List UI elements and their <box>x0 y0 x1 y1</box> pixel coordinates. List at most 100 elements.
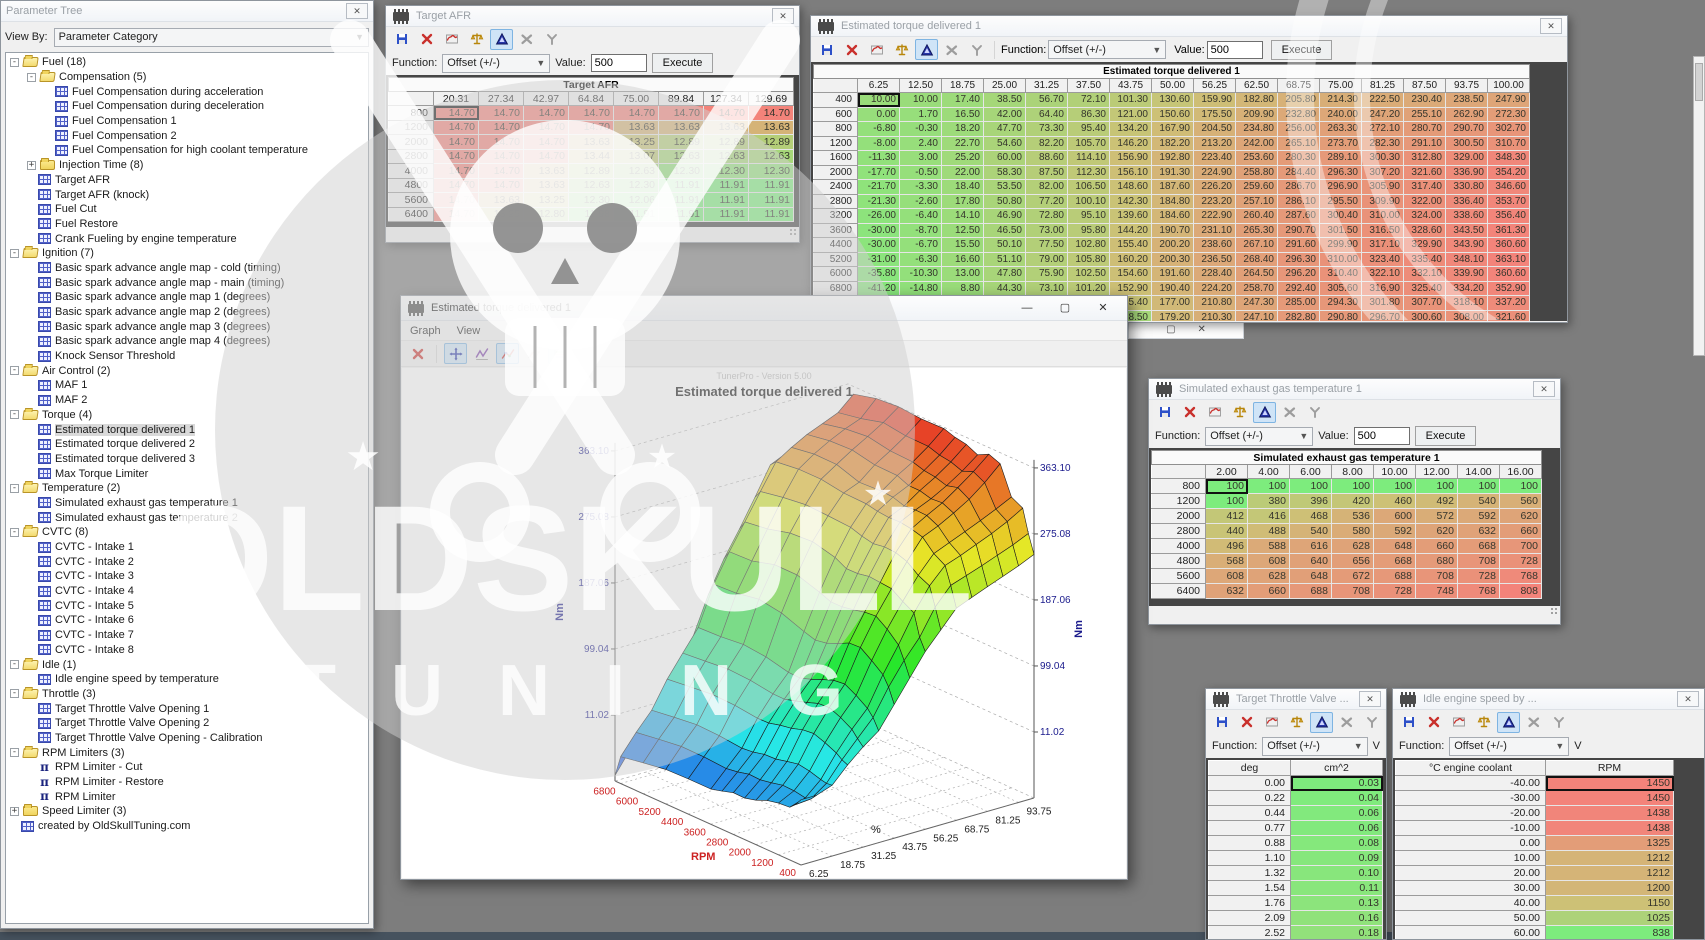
table-cell[interactable]: 184.80 <box>1152 194 1194 209</box>
tree-item[interactable]: -CVTC (8) <box>8 525 368 540</box>
table-cell[interactable]: 105.80 <box>1068 252 1110 267</box>
swap-x-icon[interactable] <box>1278 402 1301 423</box>
table-cell[interactable]: 416 <box>1248 509 1290 524</box>
value-input[interactable] <box>591 54 647 72</box>
execute-button[interactable]: Execute <box>1415 426 1477 446</box>
table-cell[interactable]: 307.20 <box>1362 165 1404 180</box>
table-cell[interactable]: 54.60 <box>984 136 1026 151</box>
table-cell[interactable]: 296.20 <box>1278 267 1320 282</box>
table-cell[interactable]: 0.03 <box>1291 776 1383 791</box>
table-cell[interactable]: 412 <box>1206 509 1248 524</box>
tree-item[interactable]: CVTC - Intake 8 <box>8 643 368 658</box>
table-cell[interactable]: 301.50 <box>1320 223 1362 238</box>
table-cell[interactable]: 329.00 <box>1446 151 1488 166</box>
close-button[interactable]: ✕ <box>1533 381 1555 397</box>
tree-item[interactable]: -Throttle (3) <box>8 687 368 702</box>
table-cell[interactable]: 12.63 <box>614 164 659 179</box>
table-cell[interactable]: 290.70 <box>1278 223 1320 238</box>
maximize-icon[interactable]: ▢ <box>1166 324 1175 335</box>
tree-item[interactable]: CVTC - Intake 6 <box>8 613 368 628</box>
table-cell[interactable]: 11.91 <box>704 193 749 208</box>
table-cell[interactable]: 838 <box>1546 926 1674 940</box>
table-cell[interactable]: 3.00 <box>900 151 942 166</box>
table-cell[interactable]: 17.40 <box>942 93 984 108</box>
swap-y-icon[interactable] <box>1303 402 1326 423</box>
table-cell[interactable]: 360.60 <box>1488 238 1530 253</box>
table-cell[interactable]: 139.60 <box>1110 209 1152 224</box>
tree-item[interactable]: Target Throttle Valve Opening - Calibrat… <box>8 731 368 746</box>
table-cell[interactable]: 182.20 <box>1152 136 1194 151</box>
tree-item[interactable]: MAF 2 <box>8 393 368 408</box>
swap-y-icon[interactable] <box>965 39 988 60</box>
table-cell[interactable]: 142.30 <box>1110 194 1152 209</box>
table-cell[interactable]: 58.30 <box>984 165 1026 180</box>
table-cell[interactable]: 247.30 <box>1236 296 1278 311</box>
table-cell[interactable]: 316.50 <box>1362 223 1404 238</box>
table-cell[interactable]: 232.80 <box>1278 107 1320 122</box>
table-cell[interactable]: 708 <box>1458 554 1500 569</box>
table-cell[interactable]: 14.70 <box>749 106 794 121</box>
table-cell[interactable]: 310.00 <box>1362 209 1404 224</box>
tree-item[interactable]: -Air Control (2) <box>8 363 368 378</box>
table-cell[interactable]: 363.10 <box>1488 252 1530 267</box>
table-cell[interactable]: 10.00 <box>858 93 900 108</box>
table-cell[interactable]: 255.10 <box>1404 107 1446 122</box>
table-cell[interactable]: 177.00 <box>1152 296 1194 311</box>
minimize-button[interactable]: — <box>1008 296 1046 320</box>
table-cell[interactable]: 191.60 <box>1152 267 1194 282</box>
collapse-icon[interactable]: - <box>10 748 19 757</box>
table-cell[interactable]: 258.80 <box>1236 165 1278 180</box>
table-cell[interactable]: 700 <box>1500 539 1542 554</box>
table-cell[interactable]: 310.00 <box>1320 252 1362 267</box>
table-cell[interactable]: 11.91 <box>704 207 749 222</box>
table-cell[interactable]: 321.60 <box>1404 165 1446 180</box>
table-cell[interactable]: 77.20 <box>1026 194 1068 209</box>
table-cell[interactable]: 360.60 <box>1488 267 1530 282</box>
table-cell[interactable]: 236.50 <box>1194 252 1236 267</box>
table-cell[interactable]: 1025 <box>1546 911 1674 926</box>
table-cell[interactable]: 688 <box>1374 569 1416 584</box>
table-cell[interactable]: 0.08 <box>1291 836 1383 851</box>
table-cell[interactable]: 12.06 <box>614 193 659 208</box>
table-cell[interactable]: 292.40 <box>1278 281 1320 296</box>
delete-icon[interactable] <box>415 29 438 50</box>
table-cell[interactable]: 300.50 <box>1446 136 1488 151</box>
table-cell[interactable]: 324.00 <box>1404 209 1446 224</box>
table-cell[interactable]: 13.25 <box>524 193 569 208</box>
table-cell[interactable]: 1450 <box>1546 776 1674 791</box>
table-cell[interactable]: 1325 <box>1546 836 1674 851</box>
table-cell[interactable]: 1438 <box>1546 821 1674 836</box>
table-cell[interactable]: 13.25 <box>479 207 524 222</box>
table-cell[interactable]: 12.80 <box>524 207 569 222</box>
table-cell[interactable]: 14.70 <box>524 135 569 150</box>
table-cell[interactable]: 167.90 <box>1152 122 1194 137</box>
tree-item[interactable]: Basic spark advance angle map 4 (degrees… <box>8 334 368 349</box>
table-cell[interactable]: 286.10 <box>1278 194 1320 209</box>
table-cell[interactable]: 16.50 <box>942 107 984 122</box>
table-cell[interactable]: 299.90 <box>1320 238 1362 253</box>
table-cell[interactable]: 210.80 <box>1194 296 1236 311</box>
collapse-icon[interactable]: - <box>10 249 19 258</box>
table-cell[interactable]: 317.40 <box>1404 180 1446 195</box>
table-cell[interactable]: 259.60 <box>1236 180 1278 195</box>
table-cell[interactable]: 152.90 <box>1110 281 1152 296</box>
table-cell[interactable]: 492 <box>1416 494 1458 509</box>
table-cell[interactable]: 620 <box>1500 509 1542 524</box>
table-cell[interactable]: -6.80 <box>858 122 900 137</box>
table-cell[interactable]: 50.10 <box>984 238 1026 253</box>
table-cell[interactable]: 86.30 <box>1068 107 1110 122</box>
resize-grip[interactable] <box>1550 607 1558 615</box>
table-cell[interactable]: 348.10 <box>1446 252 1488 267</box>
table-cell[interactable]: 286.70 <box>1278 180 1320 195</box>
table-cell[interactable]: 95.40 <box>1068 122 1110 137</box>
pan-icon[interactable] <box>444 343 467 364</box>
table-cell[interactable]: 11.98 <box>569 207 614 222</box>
table-cell[interactable]: 150.60 <box>1152 107 1194 122</box>
table-cell[interactable]: 205.80 <box>1278 93 1320 108</box>
table-cell[interactable]: 13.07 <box>614 149 659 164</box>
delete-icon[interactable] <box>1422 712 1445 733</box>
table-cell[interactable]: 291.60 <box>1278 238 1320 253</box>
table-cell[interactable]: 14.70 <box>704 106 749 121</box>
table-cell[interactable]: -21.70 <box>858 180 900 195</box>
table-cell[interactable]: 540 <box>1290 524 1332 539</box>
